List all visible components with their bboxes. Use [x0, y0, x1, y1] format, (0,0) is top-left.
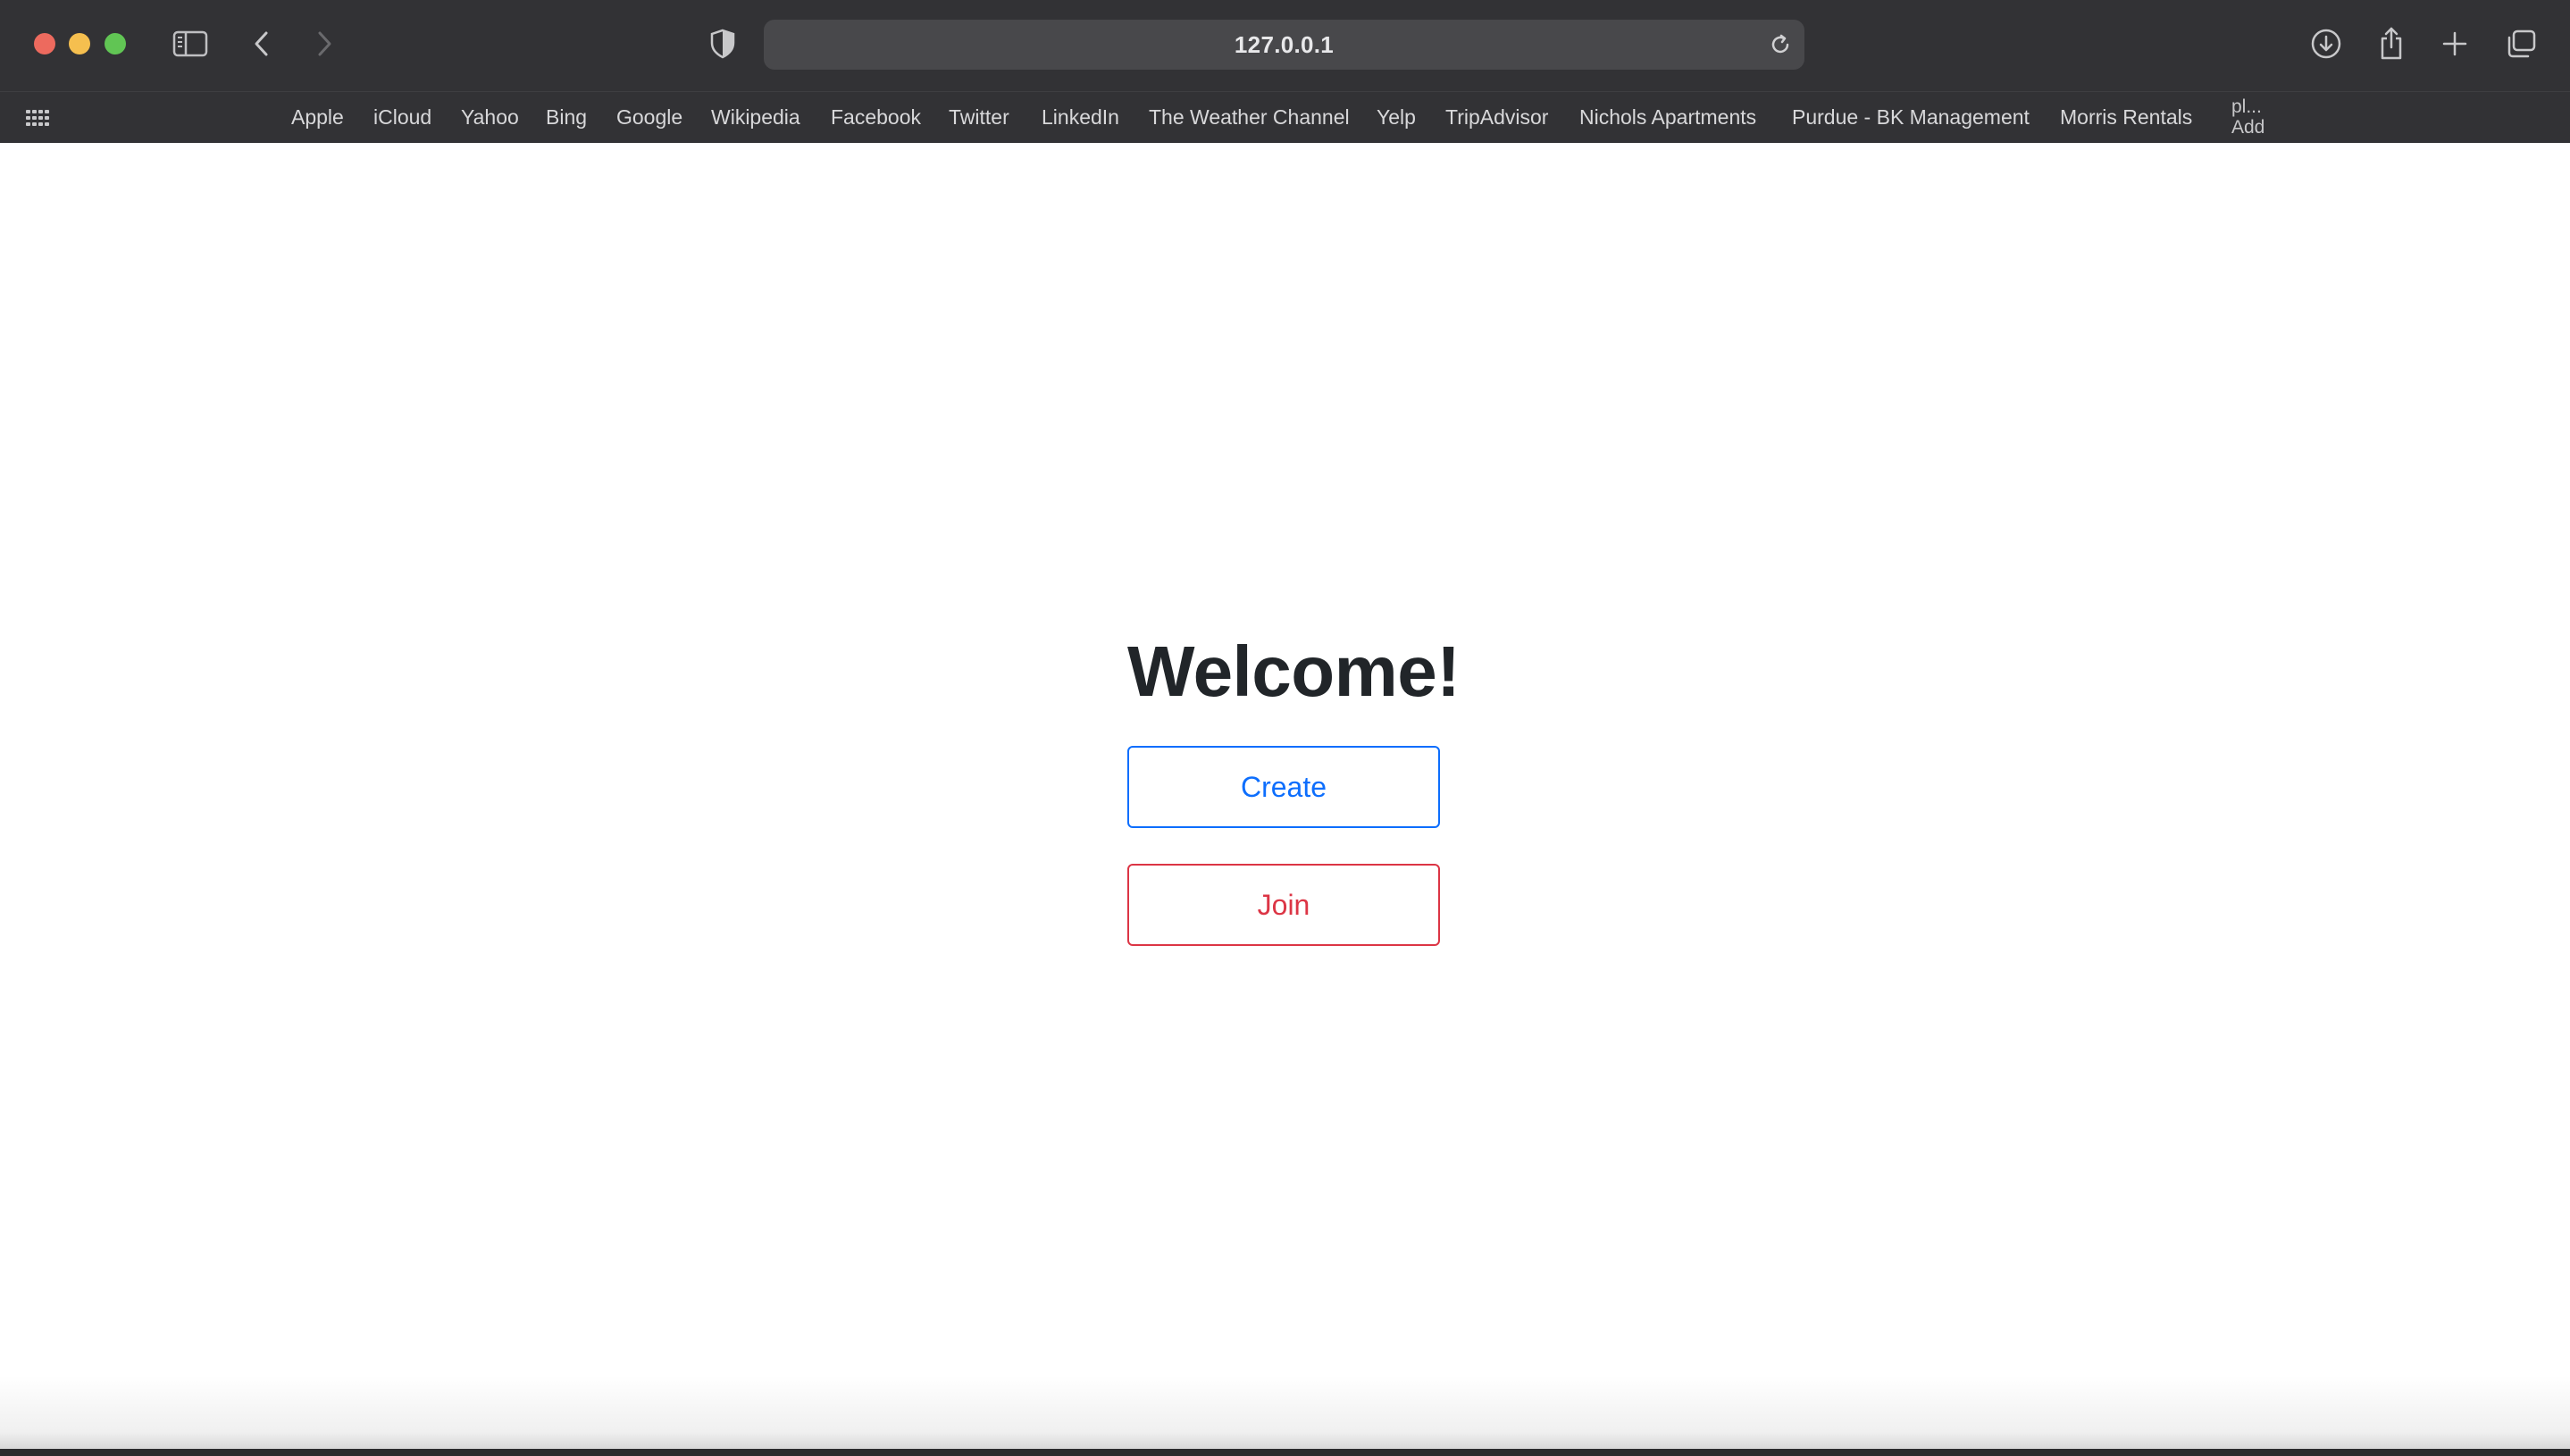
favorite-yelp[interactable]: Yelp	[1377, 105, 1416, 129]
favorite-twitter[interactable]: Twitter	[949, 105, 1009, 129]
favorite-wikipedia[interactable]: Wikipedia	[711, 105, 800, 129]
forward-button[interactable]	[302, 21, 347, 66]
favorite-purdue-bk-management[interactable]: Purdue - BK Management	[1792, 105, 2030, 129]
favorite-yahoo[interactable]: Yahoo	[461, 105, 519, 129]
welcome-heading: Welcome!	[1127, 632, 1461, 711]
address-text[interactable]: 127.0.0.1	[764, 20, 1804, 70]
privacy-report-button[interactable]	[700, 21, 745, 66]
favorite-tripadvisor[interactable]: TripAdvisor	[1445, 105, 1548, 129]
browser-chrome: 127.0.0.1 Apple iCloud Yahoo Bing Google…	[0, 0, 2570, 143]
tab-overview-button[interactable]	[2499, 21, 2543, 66]
join-button[interactable]: Join	[1127, 864, 1440, 946]
favorites-overflow-line-1: pl...	[2231, 96, 2262, 117]
tab-overview-icon	[2507, 29, 2536, 58]
favorite-google[interactable]: Google	[616, 105, 682, 129]
close-window-button[interactable]	[34, 33, 55, 54]
window-bottom-edge	[0, 1449, 2570, 1456]
share-icon	[2381, 27, 2402, 60]
browser-toolbar: 127.0.0.1	[0, 0, 2570, 91]
share-button[interactable]	[2369, 21, 2414, 66]
downloads-button[interactable]	[2304, 21, 2348, 66]
minimize-window-button[interactable]	[69, 33, 90, 54]
favorite-linkedin[interactable]: LinkedIn	[1042, 105, 1119, 129]
favorites-overflow-line-2: Add	[2231, 117, 2265, 138]
favorites-list: Apple iCloud Yahoo Bing Google Wikipedia…	[0, 92, 2570, 143]
back-button[interactable]	[239, 21, 284, 66]
page-content: Welcome! Create Join	[0, 143, 2570, 1456]
reload-icon	[1771, 34, 1789, 54]
reload-button[interactable]	[1767, 31, 1794, 58]
favorites-bar: Apple iCloud Yahoo Bing Google Wikipedia…	[0, 92, 2570, 143]
download-icon	[2311, 29, 2341, 59]
favorite-bing[interactable]: Bing	[546, 105, 587, 129]
favorite-weather-channel[interactable]: The Weather Channel	[1149, 105, 1350, 129]
back-icon	[255, 31, 268, 56]
new-tab-icon	[2442, 31, 2467, 56]
new-tab-button[interactable]	[2432, 21, 2477, 66]
favorite-facebook[interactable]: Facebook	[831, 105, 921, 129]
privacy-shield-icon	[710, 29, 735, 59]
sidebar-icon	[172, 30, 208, 57]
maximize-window-button[interactable]	[105, 33, 126, 54]
forward-icon	[318, 31, 331, 56]
favorite-nichols-apartments[interactable]: Nichols Apartments	[1579, 105, 1756, 129]
favorite-apple[interactable]: Apple	[291, 105, 344, 129]
favorite-icloud[interactable]: iCloud	[373, 105, 431, 129]
favorite-morris-rentals[interactable]: Morris Rentals	[2060, 105, 2192, 129]
create-button[interactable]: Create	[1127, 746, 1440, 828]
sidebar-toggle-button[interactable]	[168, 21, 213, 66]
favorites-overflow[interactable]: pl... Add	[2231, 96, 2276, 139]
address-bar[interactable]: 127.0.0.1	[764, 20, 1804, 70]
